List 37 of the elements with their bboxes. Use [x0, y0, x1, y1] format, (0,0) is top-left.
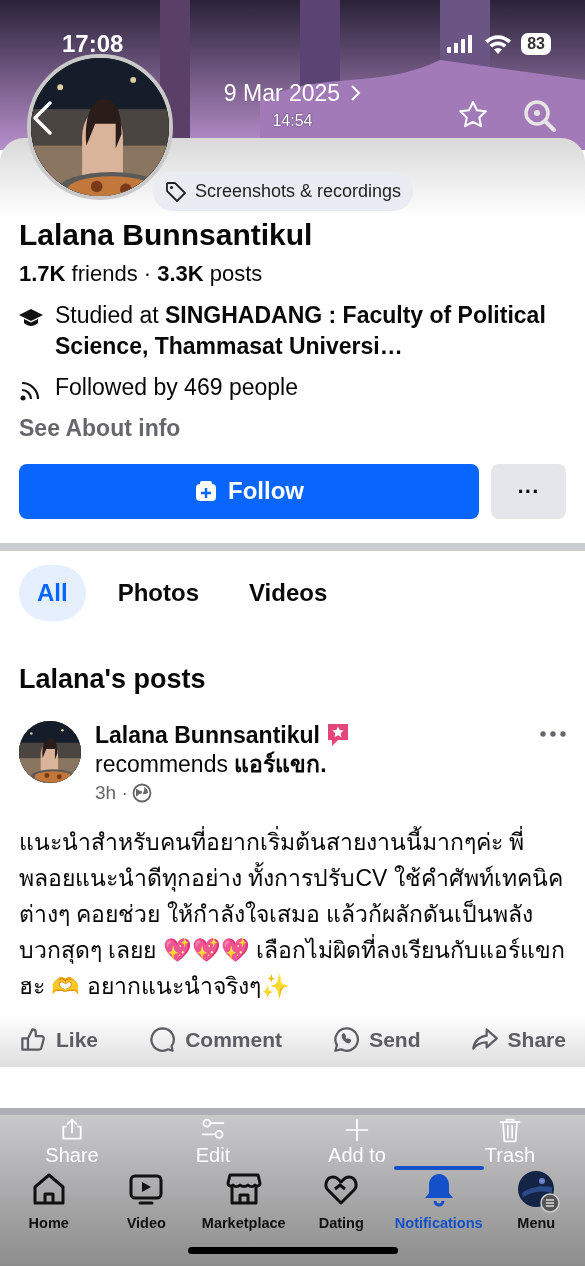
add-friend-icon	[194, 479, 218, 503]
filter-tab[interactable]: Videos	[231, 564, 346, 621]
tab-bar-item[interactable]: Dating	[292, 1171, 390, 1235]
tab-bar-item[interactable]: Menu	[487, 1171, 585, 1235]
send-button[interactable]: Send	[332, 1023, 421, 1055]
filter-tab[interactable]: Photos	[99, 564, 217, 621]
filter-tab[interactable]: All	[19, 564, 86, 621]
share-button[interactable]: Share	[470, 1023, 566, 1055]
follow-button[interactable]: Follow	[19, 463, 479, 519]
comment-icon	[148, 1025, 177, 1054]
tag-icon	[165, 180, 187, 203]
author-name[interactable]: Lalana Bunnsantikul	[95, 721, 320, 749]
profile-detail: Studied at SINGHADANG : Faculty of Political Science, Thammasat Universi…	[55, 301, 547, 361]
post-action: recommends แอร์แขก.	[95, 750, 328, 779]
menu-icon	[540, 1193, 561, 1213]
comment-button[interactable]: Comment	[148, 1023, 282, 1055]
more-icon[interactable]	[540, 731, 566, 737]
tab-bar-item[interactable]: Home	[0, 1171, 98, 1235]
post-text: แนะนำสำหรับคนที่อยากเริ่มต้นสายงานนี้มากๆค่ะ พี่พลอยแนะนำดีทุกอย่าง ทั้งการปรับCV ใช้คำศัพท์เทคนิคต่างๆ คอยช่วย ให้กำลังใจเสมอ แล้วก้ผลักดันเป็นพลังบวกสุดๆ เลยย 💖💖💖 เลือกไม่ผิดที่ลงเรียนกับแอร์แขกฮะ 🫶 อยากแนะนำจริงๆ✨	[19, 825, 566, 1001]
section-heading: Lalana's posts	[19, 662, 207, 696]
about-link[interactable]: See About info	[19, 411, 566, 446]
whatsapp-icon	[332, 1025, 361, 1054]
share-icon	[59, 1117, 85, 1143]
plus-icon	[344, 1117, 370, 1143]
post-time: 3h ·	[95, 781, 128, 805]
profile-name: Lalana Bunnsantikul	[19, 217, 314, 253]
like-icon	[19, 1025, 47, 1054]
star-badge-icon	[325, 722, 350, 748]
album-tag[interactable]: Screenshots & recordings	[153, 172, 414, 211]
profile-stats: 1.7K friends · 3.3K posts	[19, 260, 264, 288]
profile-detail: Followed by 469 people	[55, 373, 298, 402]
more-button[interactable]: ···	[491, 463, 566, 519]
trash-icon	[497, 1117, 523, 1143]
tab-bar-item[interactable]: Video	[97, 1171, 195, 1235]
shop-icon	[225, 1171, 262, 1207]
tab-bar-item[interactable]: Marketplace	[195, 1171, 293, 1235]
like-button[interactable]: Like	[19, 1023, 99, 1055]
